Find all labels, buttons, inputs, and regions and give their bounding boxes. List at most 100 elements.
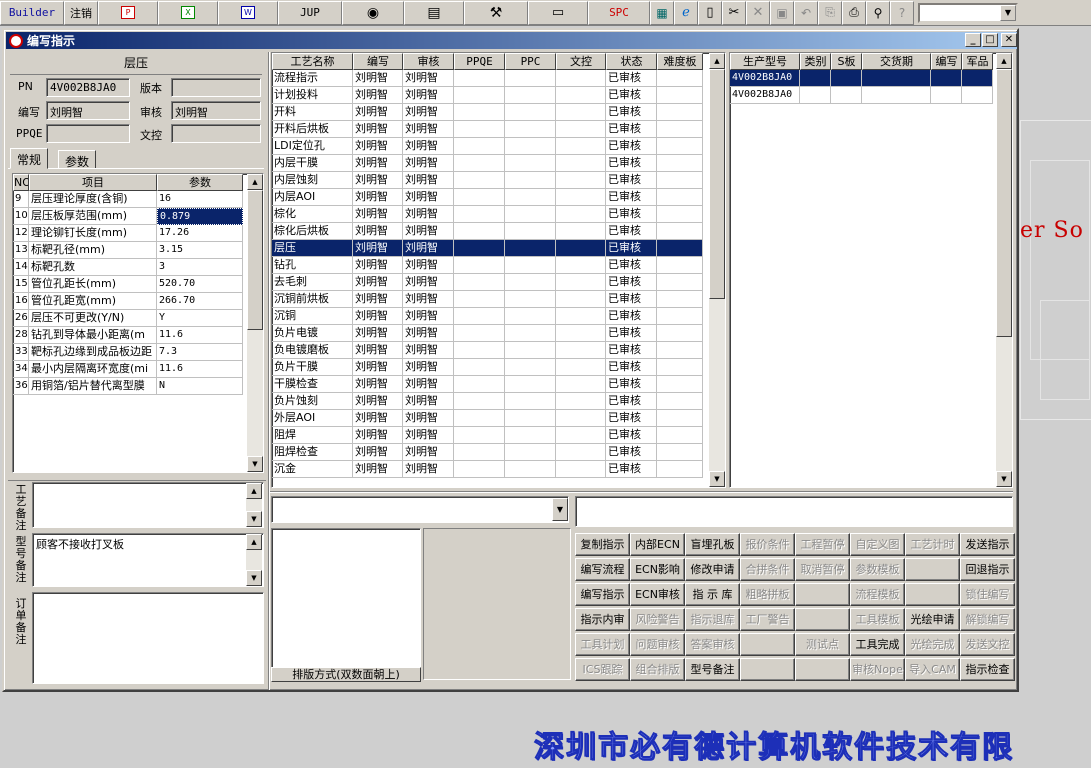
database-button[interactable]: ▤ <box>404 0 464 25</box>
action-button[interactable]: 回退指示 <box>960 558 1015 581</box>
action-button[interactable]: ECN影响 <box>630 558 685 581</box>
version-field[interactable] <box>171 78 261 97</box>
order-note-field[interactable] <box>32 592 264 684</box>
cancel-button[interactable]: ✕ <box>746 0 770 25</box>
action-input[interactable] <box>575 496 1013 527</box>
action-button[interactable]: ECN审核 <box>630 583 685 606</box>
ppqe-field[interactable] <box>46 124 130 143</box>
action-button[interactable]: 光绘申请 <box>905 608 960 631</box>
table-row[interactable]: 去毛刺 刘明智 刘明智 已审核 <box>272 274 725 291</box>
table-row[interactable]: 负片蚀刻 刘明智 刘明智 已审核 <box>272 393 725 410</box>
param-row[interactable]: 12 理论铆钉长度(mm) 17.26 <box>13 225 263 242</box>
param-value[interactable]: 7.3 <box>157 344 243 361</box>
save-button[interactable]: ▣ <box>770 0 794 25</box>
find-button[interactable]: ⚲ <box>866 0 890 25</box>
table-row[interactable]: 开料后烘板 刘明智 刘明智 已审核 <box>272 121 725 138</box>
computer-button[interactable]: ▭ <box>528 0 588 25</box>
toolbar-combo[interactable]: ▼ <box>918 2 1018 23</box>
scroll-down-icon[interactable]: ▼ <box>709 471 725 487</box>
scroll-up-icon[interactable]: ▲ <box>709 53 725 69</box>
tools-button[interactable]: ⚒ <box>464 0 528 25</box>
table-row[interactable]: 层压 刘明智 刘明智 已审核 <box>272 240 725 257</box>
param-row[interactable]: 15 管位孔距长(mm) 520.70 <box>13 276 263 293</box>
param-value[interactable]: 3 <box>157 259 243 276</box>
table-row[interactable]: 沉铜前烘板 刘明智 刘明智 已审核 <box>272 291 725 308</box>
layout-list[interactable] <box>271 528 421 668</box>
action-button[interactable]: 编写流程 <box>575 558 630 581</box>
reviewer-field[interactable]: 刘明智 <box>171 101 261 120</box>
model-note-scrollbar[interactable]: ▲ ▼ <box>246 534 262 586</box>
calendar-button[interactable]: ▦ <box>650 0 674 25</box>
action-button[interactable]: 指 示 库 <box>685 583 740 606</box>
chevron-down-icon[interactable]: ▼ <box>1000 4 1016 21</box>
param-col-value[interactable]: 参数 <box>157 174 243 191</box>
process-col-difficulty[interactable]: 难度板 <box>657 53 703 70</box>
pn-field[interactable]: 4V002B8JA0 <box>46 78 130 97</box>
action-button[interactable]: 修改申请 <box>685 558 740 581</box>
param-row[interactable]: 16 管位孔距宽(mm) 266.70 <box>13 293 263 310</box>
table-row[interactable]: 负片电镀 刘明智 刘明智 已审核 <box>272 325 725 342</box>
scroll-down-icon[interactable]: ▼ <box>247 456 263 472</box>
action-button[interactable]: 编写指示 <box>575 583 630 606</box>
param-value[interactable]: 17.26 <box>157 225 243 242</box>
param-row[interactable]: 13 标靶孔径(mm) 3.15 <box>13 242 263 259</box>
process-col-ppc[interactable]: PPC <box>505 53 556 70</box>
table-row[interactable]: 棕化 刘明智 刘明智 已审核 <box>272 206 725 223</box>
param-value[interactable]: 520.70 <box>157 276 243 293</box>
maximize-button[interactable]: □ <box>982 33 998 47</box>
model-col-model[interactable]: 生产型号 <box>730 53 800 70</box>
table-row[interactable]: 钻孔 刘明智 刘明智 已审核 <box>272 257 725 274</box>
logout-button[interactable]: 注销 <box>64 0 98 25</box>
model-col-type[interactable]: 类别 <box>800 53 831 70</box>
param-row[interactable]: 9 层压理论厚度(含铜) 16 <box>13 191 263 208</box>
scroll-thumb[interactable] <box>247 190 263 330</box>
table-row[interactable]: 4V002B8JA0 <box>730 87 1012 104</box>
param-col-item[interactable]: 项目 <box>29 174 157 191</box>
process-col-ppqe[interactable]: PPQE <box>454 53 505 70</box>
new-file-button[interactable]: ▯ <box>698 0 722 25</box>
param-value[interactable]: 11.6 <box>157 361 243 378</box>
param-value[interactable]: N <box>157 378 243 395</box>
undo-button[interactable]: ↶ <box>794 0 818 25</box>
scroll-down-icon[interactable]: ▼ <box>246 511 262 527</box>
param-col-no[interactable]: NO <box>13 174 29 191</box>
table-row[interactable]: 流程指示 刘明智 刘明智 已审核 <box>272 70 725 87</box>
action-button[interactable]: 指示内审 <box>575 608 630 631</box>
table-row[interactable]: 计划投料 刘明智 刘明智 已审核 <box>272 87 725 104</box>
table-row[interactable]: 沉铜 刘明智 刘明智 已审核 <box>272 308 725 325</box>
scroll-up-icon[interactable]: ▲ <box>996 53 1012 69</box>
param-row[interactable]: 28 钻孔到导体最小距离(m 11.6 <box>13 327 263 344</box>
layout-method-label[interactable]: 排版方式(双数面朝上) <box>271 667 421 682</box>
cut-button[interactable]: ✂ <box>722 0 746 25</box>
param-row[interactable]: 14 标靶孔数 3 <box>13 259 263 276</box>
preview-button[interactable]: ⎘ <box>818 0 842 25</box>
model-col-due[interactable]: 交货期 <box>862 53 931 70</box>
tab-params[interactable]: 参数 <box>58 150 97 169</box>
action-button[interactable]: 复制指示 <box>575 533 630 556</box>
table-row[interactable]: 负电镀磨板 刘明智 刘明智 已审核 <box>272 342 725 359</box>
param-scrollbar[interactable]: ▲ ▼ <box>247 174 263 472</box>
param-value[interactable]: 3.15 <box>157 242 243 259</box>
param-row[interactable]: 34 最小内层隔离环宽度(mi 11.6 <box>13 361 263 378</box>
print-button[interactable]: ⎙ <box>842 0 866 25</box>
pdf-button[interactable]: P <box>98 0 158 25</box>
chevron-down-icon[interactable]: ▼ <box>552 498 568 521</box>
table-row[interactable]: 负片干膜 刘明智 刘明智 已审核 <box>272 359 725 376</box>
scroll-thumb[interactable] <box>996 69 1012 337</box>
model-col-mil[interactable]: 军品 <box>962 53 993 70</box>
minimize-button[interactable]: _ <box>965 33 981 47</box>
scroll-up-icon[interactable]: ▲ <box>246 483 262 499</box>
param-value[interactable]: Y <box>157 310 243 327</box>
table-row[interactable]: 棕化后烘板 刘明智 刘明智 已审核 <box>272 223 725 240</box>
layout-combo[interactable] <box>271 496 569 523</box>
action-button[interactable]: 型号备注 <box>685 658 740 681</box>
action-button[interactable]: 内部ECN <box>630 533 685 556</box>
process-note-field[interactable] <box>32 482 264 528</box>
table-row[interactable]: 阻焊检查 刘明智 刘明智 已审核 <box>272 444 725 461</box>
table-row[interactable]: 内层蚀刻 刘明智 刘明智 已审核 <box>272 172 725 189</box>
process-col-status[interactable]: 状态 <box>606 53 657 70</box>
model-scrollbar[interactable]: ▲ ▼ <box>996 53 1012 487</box>
param-row[interactable]: 36 用铜箔/铝片替代离型膜 N <box>13 378 263 395</box>
table-row[interactable]: 外层AOI 刘明智 刘明智 已审核 <box>272 410 725 427</box>
table-row[interactable]: 内层干膜 刘明智 刘明智 已审核 <box>272 155 725 172</box>
